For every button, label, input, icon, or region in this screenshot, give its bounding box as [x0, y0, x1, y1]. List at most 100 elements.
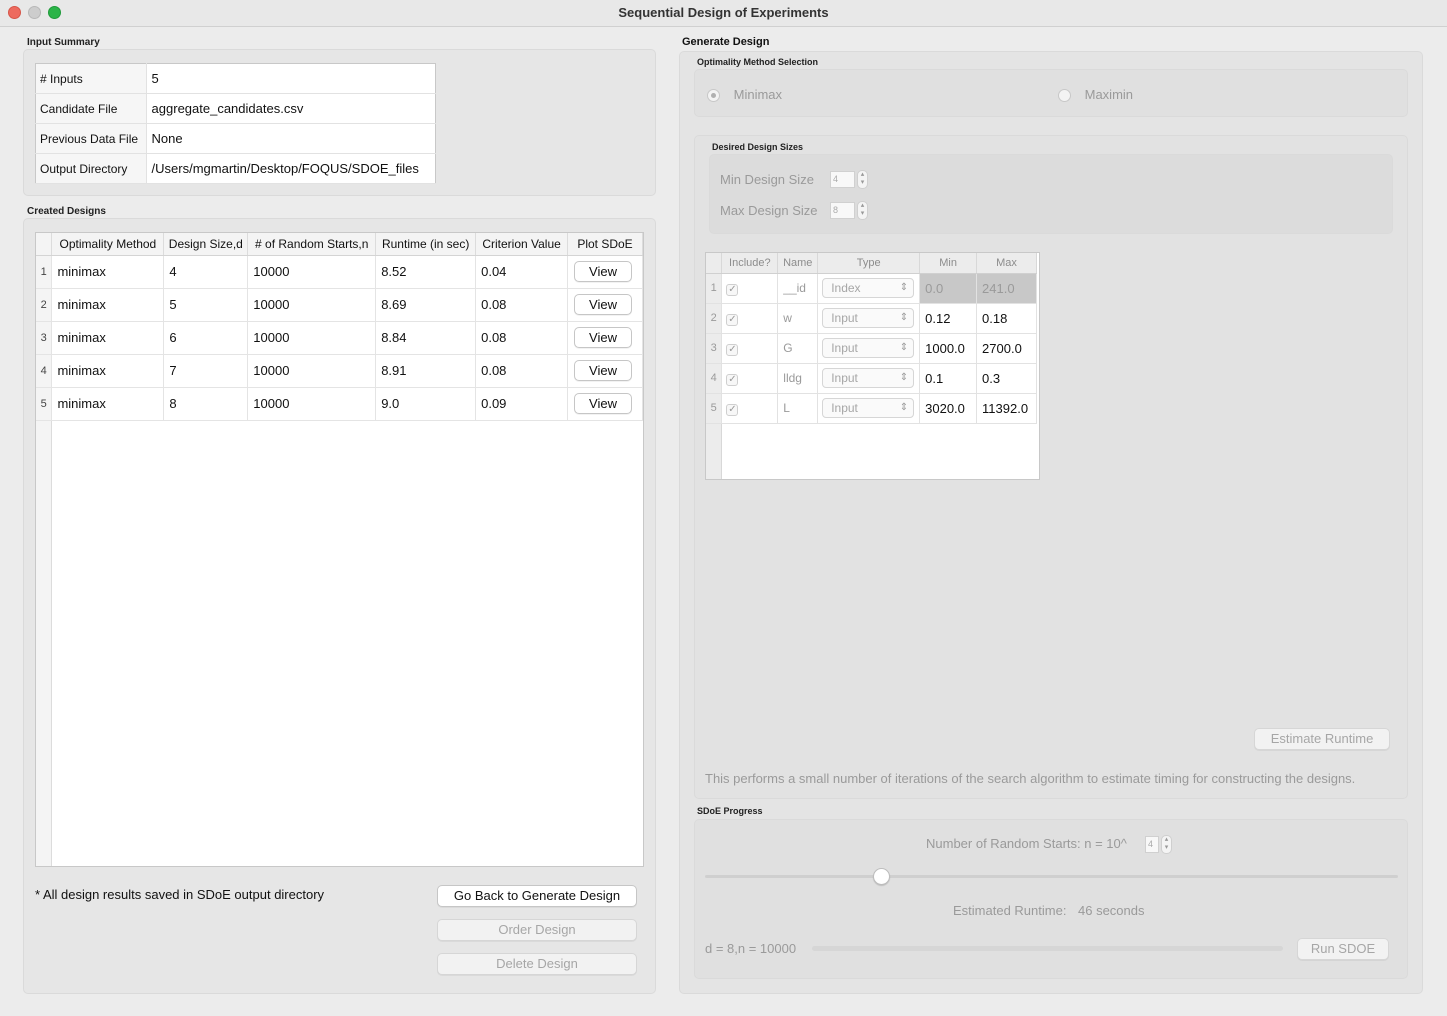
column-header[interactable]: Criterion Value: [475, 233, 569, 256]
column-header[interactable]: Max: [976, 253, 1037, 274]
runtime-cell[interactable]: 8.69: [375, 288, 477, 322]
max-design-size-input[interactable]: 8: [830, 202, 855, 219]
random-starts-input[interactable]: 4: [1145, 836, 1159, 853]
view-button[interactable]: View: [574, 327, 633, 348]
column-header[interactable]: Include?: [721, 253, 779, 274]
min-cell[interactable]: 0.0: [919, 273, 978, 304]
starts-cell[interactable]: 10000: [247, 387, 377, 421]
random-starts-slider-handle[interactable]: [873, 868, 890, 885]
column-header[interactable]: Min: [919, 253, 978, 274]
column-header[interactable]: # of Random Starts,n: [247, 233, 377, 256]
include-checkbox[interactable]: ✓: [726, 404, 739, 416]
view-button[interactable]: View: [574, 294, 633, 315]
select-arrows-icon: ⇕: [899, 402, 909, 413]
spinner-arrows-icon[interactable]: ▴ ▾: [857, 201, 868, 220]
include-checkbox[interactable]: ✓: [726, 374, 739, 386]
table-row[interactable]: 1 minimax 4 10000 8.52 0.04 View: [36, 255, 643, 289]
type-select[interactable]: Input ⇕: [822, 338, 915, 358]
go-back-button[interactable]: Go Back to Generate Design: [437, 885, 637, 907]
view-button[interactable]: View: [574, 393, 633, 414]
random-starts-spinbox[interactable]: 4 ▴ ▾: [1145, 835, 1172, 854]
criterion-cell[interactable]: 0.08: [475, 288, 569, 322]
table-row[interactable]: 2 minimax 5 10000 8.69 0.08 View: [36, 288, 643, 322]
input-row[interactable]: 2 ✓ w Input ⇕ 0.12 0.18: [706, 303, 1037, 334]
max-design-size-spinbox[interactable]: 8 ▴ ▾: [830, 201, 868, 220]
min-cell[interactable]: 0.1: [919, 363, 978, 394]
min-cell[interactable]: 0.12: [919, 303, 978, 334]
include-checkbox[interactable]: ✓: [726, 344, 739, 356]
progress-bar: [812, 946, 1283, 951]
starts-cell[interactable]: 10000: [247, 255, 377, 289]
input-row[interactable]: 3 ✓ G Input ⇕ 1000.0 2700.0: [706, 333, 1037, 364]
size-cell[interactable]: 8: [163, 387, 249, 421]
estimate-runtime-button[interactable]: Estimate Runtime: [1254, 728, 1390, 750]
spinner-arrows-icon[interactable]: ▴ ▾: [1161, 835, 1172, 854]
criterion-cell[interactable]: 0.08: [475, 354, 569, 388]
min-cell[interactable]: 1000.0: [919, 333, 978, 364]
delete-design-button[interactable]: Delete Design: [437, 953, 637, 975]
maximin-radio[interactable]: [1058, 89, 1071, 103]
run-sdoe-button[interactable]: Run SDOE: [1297, 938, 1389, 960]
random-starts-slider-track[interactable]: [705, 875, 1398, 878]
input-row[interactable]: 4 ✓ lldg Input ⇕ 0.1 0.3: [706, 363, 1037, 394]
max-cell[interactable]: 241.0: [976, 273, 1037, 304]
criterion-cell[interactable]: 0.04: [475, 255, 569, 289]
input-name-cell: __id: [777, 273, 819, 304]
max-cell[interactable]: 2700.0: [976, 333, 1037, 364]
type-select[interactable]: Index ⇕: [822, 278, 915, 298]
method-cell[interactable]: minimax: [51, 387, 165, 421]
minimax-option[interactable]: Minimax: [707, 87, 782, 103]
view-button[interactable]: View: [574, 360, 633, 381]
starts-cell[interactable]: 10000: [247, 321, 377, 355]
include-checkbox[interactable]: ✓: [726, 314, 739, 326]
min-design-size-input[interactable]: 4: [830, 171, 855, 188]
input-row[interactable]: 5 ✓ L Input ⇕ 3020.0 11392.0: [706, 393, 1037, 424]
column-header[interactable]: Plot SDoE: [567, 233, 643, 256]
view-button[interactable]: View: [574, 261, 633, 282]
maximin-option[interactable]: Maximin: [1058, 87, 1133, 103]
select-arrows-icon: ⇕: [899, 372, 909, 383]
max-cell[interactable]: 11392.0: [976, 393, 1037, 424]
method-cell[interactable]: minimax: [51, 321, 165, 355]
runtime-cell[interactable]: 9.0: [375, 387, 477, 421]
size-cell[interactable]: 6: [163, 321, 249, 355]
column-header[interactable]: Design Size,d: [163, 233, 249, 256]
starts-cell[interactable]: 10000: [247, 354, 377, 388]
method-cell[interactable]: minimax: [51, 288, 165, 322]
method-cell[interactable]: minimax: [51, 354, 165, 388]
order-design-button[interactable]: Order Design: [437, 919, 637, 941]
max-cell[interactable]: 0.18: [976, 303, 1037, 334]
starts-cell[interactable]: 10000: [247, 288, 377, 322]
size-cell[interactable]: 7: [163, 354, 249, 388]
criterion-cell[interactable]: 0.08: [475, 321, 569, 355]
criterion-cell[interactable]: 0.09: [475, 387, 569, 421]
estimate-note: This performs a small number of iteratio…: [705, 771, 1356, 786]
max-cell[interactable]: 0.3: [976, 363, 1037, 394]
type-select-value: Input: [831, 371, 858, 385]
size-cell[interactable]: 5: [163, 288, 249, 322]
column-header[interactable]: Runtime (in sec): [375, 233, 477, 256]
table-row[interactable]: 4 minimax 7 10000 8.91 0.08 View: [36, 354, 643, 388]
table-row[interactable]: 3 minimax 6 10000 8.84 0.08 View: [36, 321, 643, 355]
inputs-table-frame: Include? Name Type Min Max 1 ✓ __id Inde…: [705, 252, 1040, 480]
method-cell[interactable]: minimax: [51, 255, 165, 289]
min-cell[interactable]: 3020.0: [919, 393, 978, 424]
runtime-cell[interactable]: 8.91: [375, 354, 477, 388]
runtime-cell[interactable]: 8.84: [375, 321, 477, 355]
table-row[interactable]: 5 minimax 8 10000 9.0 0.09 View: [36, 387, 643, 421]
type-select-value: Input: [831, 401, 858, 415]
column-header[interactable]: Optimality Method: [51, 233, 165, 256]
min-design-size-spinbox[interactable]: 4 ▴ ▾: [830, 170, 868, 189]
type-select[interactable]: Input ⇕: [822, 308, 915, 328]
type-select[interactable]: Input ⇕: [822, 368, 915, 388]
column-header[interactable]: Type: [817, 253, 921, 274]
include-checkbox[interactable]: ✓: [726, 284, 739, 296]
type-select[interactable]: Input ⇕: [822, 398, 915, 418]
minimax-radio[interactable]: [707, 89, 720, 103]
input-row[interactable]: 1 ✓ __id Index ⇕ 0.0 241.0: [706, 273, 1037, 304]
spinner-arrows-icon[interactable]: ▴ ▾: [857, 170, 868, 189]
size-cell[interactable]: 4: [163, 255, 249, 289]
max-design-size-label: Max Design Size: [720, 203, 818, 218]
column-header[interactable]: Name: [777, 253, 819, 274]
runtime-cell[interactable]: 8.52: [375, 255, 477, 289]
